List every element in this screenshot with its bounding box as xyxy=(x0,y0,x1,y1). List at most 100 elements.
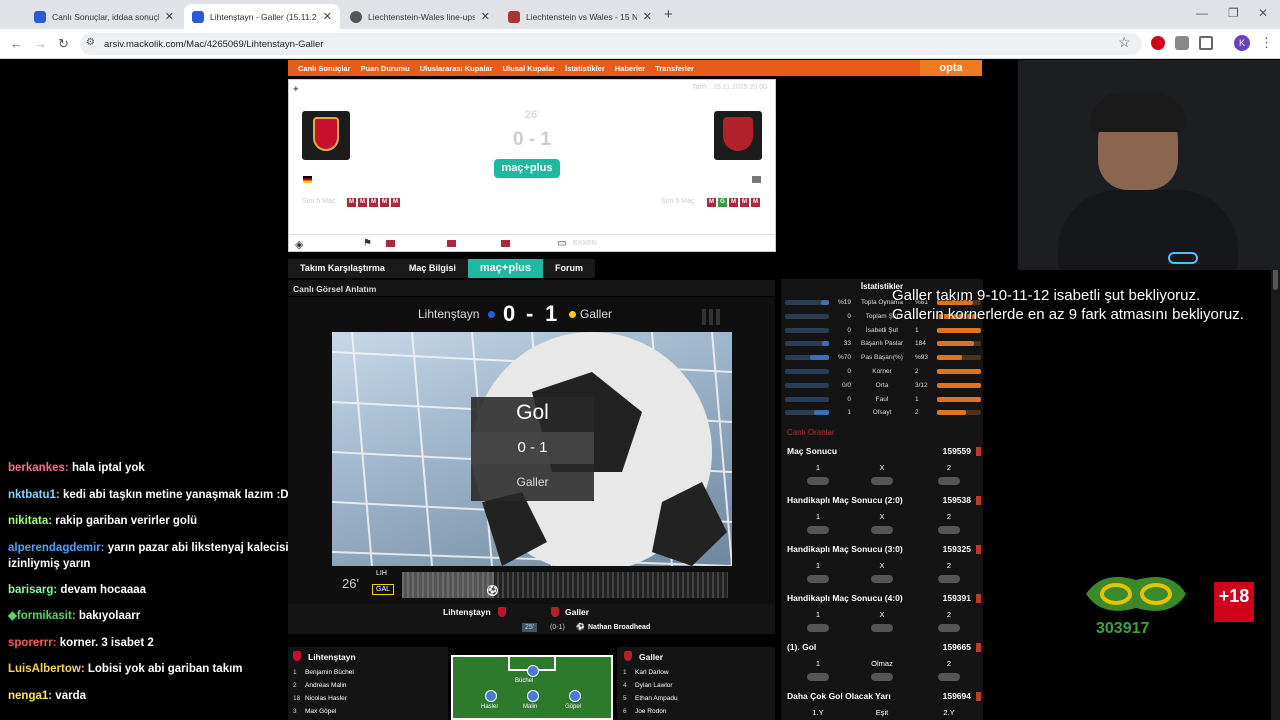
home-form-badge: M xyxy=(358,198,367,207)
odds-value-button[interactable] xyxy=(871,673,893,681)
globe-favicon-icon xyxy=(350,10,362,23)
puzzle-extensions-icon[interactable] xyxy=(1199,36,1213,50)
chat-username[interactable]: berkankes: xyxy=(8,462,69,474)
player-name[interactable]: Ethan Ampadu xyxy=(635,695,678,702)
chat-username[interactable]: nktbatu1: xyxy=(8,489,60,501)
odds-info-icon[interactable] xyxy=(976,447,981,456)
nav-uluslararasi-kupalar[interactable]: Uluslararası Kupalar xyxy=(420,64,493,73)
away-dot-icon xyxy=(569,311,576,318)
odds-value-button[interactable] xyxy=(938,673,960,681)
player-name[interactable]: Karl Darlow xyxy=(635,669,669,676)
odds-info-icon[interactable] xyxy=(976,643,981,652)
opera-extension-icon[interactable] xyxy=(1151,36,1165,50)
nav-puan-durumu[interactable]: Puan Durumu xyxy=(361,64,410,73)
odds-info-icon[interactable] xyxy=(976,545,981,554)
overlay-line-2: Gallerin kornerlerde en az 9 fark atması… xyxy=(892,306,1244,323)
close-window-button[interactable]: ✕ xyxy=(1258,6,1268,20)
tab-title: Liechtenstein-Wales line-ups | E xyxy=(368,11,475,22)
close-tab-icon[interactable]: ✕ xyxy=(165,10,174,23)
browser-tab[interactable]: Liechtenstein-Wales line-ups | E ✕ xyxy=(342,4,498,29)
close-tab-icon[interactable]: ✕ xyxy=(323,10,332,23)
chat-username[interactable]: nikitata: xyxy=(8,515,52,527)
extension-icon[interactable] xyxy=(1175,36,1189,50)
away-abbr: GAL xyxy=(372,584,395,595)
maximize-button[interactable]: ❐ xyxy=(1228,6,1239,20)
nav-istatistikler[interactable]: İstatistikler xyxy=(565,64,605,73)
player-dot[interactable] xyxy=(569,690,581,702)
odds-value-button[interactable] xyxy=(807,624,829,632)
odds-value-button[interactable] xyxy=(871,575,893,583)
bookmark-star-icon[interactable]: ☆ xyxy=(1118,34,1131,51)
odds-value-button[interactable] xyxy=(807,673,829,681)
forward-button[interactable]: → xyxy=(34,36,47,51)
chat-username[interactable]: barisarg: xyxy=(8,584,57,596)
nav-canli-sonuclar[interactable]: Canlı Sonuçlar xyxy=(298,64,351,73)
player-dot[interactable] xyxy=(485,690,497,702)
close-tab-icon[interactable]: ✕ xyxy=(643,10,652,23)
home-stat-bar-track xyxy=(785,396,829,402)
away-stat-bar xyxy=(937,341,975,347)
minimize-button[interactable]: — xyxy=(1196,6,1208,20)
chat-username[interactable]: formikasit: xyxy=(17,610,76,622)
home-form-badge: M xyxy=(391,198,400,207)
player-number: 5 xyxy=(623,695,627,702)
stat-home-value: 0 xyxy=(847,326,851,334)
chat-username[interactable]: sporerrr: xyxy=(8,637,57,649)
goal-ball-icon[interactable]: ⚽ xyxy=(487,585,498,596)
nav-transferler[interactable]: Transferler xyxy=(655,64,694,73)
odds-info-icon[interactable] xyxy=(976,594,981,603)
tab-takim-karsilastirma[interactable]: Takım Karşılaştırma xyxy=(288,259,397,278)
nav-ulusal-kupalar[interactable]: Ulusal Kupalar xyxy=(503,64,556,73)
menu-kebab-icon[interactable]: ⋮ xyxy=(1260,35,1273,51)
nav-haberler[interactable]: Haberler xyxy=(615,64,645,73)
player-dot[interactable] xyxy=(527,665,539,677)
chat-username[interactable]: alperendagdemir: xyxy=(8,542,105,554)
back-button[interactable]: ← xyxy=(10,36,23,51)
stat-label: Korner xyxy=(872,368,892,375)
browser-tab-bar: Canlı Sonuçlar, iddaa sonuçları ✕ Lihten… xyxy=(0,0,1280,29)
odds-value-button[interactable] xyxy=(938,477,960,485)
reload-button[interactable]: ↻ xyxy=(58,36,69,52)
odds-column-label: Olmaz xyxy=(871,659,893,668)
new-tab-button[interactable]: + xyxy=(664,6,673,23)
away-form-badge: M xyxy=(729,198,738,207)
browser-tab[interactable]: Canlı Sonuçlar, iddaa sonuçları ✕ xyxy=(26,4,182,29)
site-info-icon[interactable]: ⚙ xyxy=(86,37,95,48)
exxen-label: EXXEN xyxy=(573,240,597,247)
chat-username[interactable]: nenga1: xyxy=(8,690,52,702)
browser-tab[interactable]: Liechtenstein vs Wales - 15 Nov ✕ xyxy=(500,4,660,29)
tab-forum[interactable]: Forum xyxy=(542,259,595,278)
stat-row: 33 Başarılı Paslar 184 xyxy=(785,338,981,350)
odds-info-icon[interactable] xyxy=(976,496,981,505)
browser-tab-active[interactable]: Lihtenştayn - Galler (15.11.2025 ✕ xyxy=(184,4,340,29)
odds-value-button[interactable] xyxy=(807,575,829,583)
odds-value-button[interactable] xyxy=(871,526,893,534)
player-name[interactable]: Dylan Lawlor xyxy=(635,682,673,689)
profile-avatar[interactable]: K xyxy=(1234,35,1250,51)
odds-market: Daha Çok Gol Olacak Yarı 159694 1.Y Eşit 2.Y xyxy=(785,689,983,720)
odds-market: Handikaplı Maç Sonucu (3:0) 159325 1 X 2 xyxy=(785,542,983,591)
tab-title: Liechtenstein vs Wales - 15 Nov xyxy=(526,11,637,22)
odds-value-button[interactable] xyxy=(871,477,893,485)
odds-column-label: Eşit xyxy=(875,708,889,717)
odds-value-button[interactable] xyxy=(871,624,893,632)
chat-message: nikitata: rakip gariban verirler golü xyxy=(8,513,338,529)
tab-mac-bilgisi[interactable]: Maç Bilgisi xyxy=(396,259,468,278)
odds-info-icon[interactable] xyxy=(976,692,981,701)
tab-macplus[interactable]: maç+plus xyxy=(467,259,543,278)
sponsor-infinity-icon xyxy=(1086,577,1186,611)
odds-value-button[interactable] xyxy=(807,477,829,485)
player-dot[interactable] xyxy=(527,690,539,702)
address-bar[interactable]: arsiv.mackolik.com/Mac/4265069/Lihtensta… xyxy=(80,33,1142,55)
stat-row: 0/0 Orta 3/12 xyxy=(785,380,981,392)
macplus-button[interactable]: maç+plus xyxy=(494,159,560,178)
player-name[interactable]: Joe Rodon xyxy=(635,708,666,715)
odds-value-button[interactable] xyxy=(938,624,960,632)
odds-value-button[interactable] xyxy=(807,526,829,534)
profile-initial: K xyxy=(1238,38,1245,48)
odds-value-button[interactable] xyxy=(938,575,960,583)
odds-column-label: 2 xyxy=(946,610,952,619)
chat-username[interactable]: LuisAlbertow: xyxy=(8,663,85,675)
odds-value-button[interactable] xyxy=(938,526,960,534)
close-tab-icon[interactable]: ✕ xyxy=(481,10,490,23)
